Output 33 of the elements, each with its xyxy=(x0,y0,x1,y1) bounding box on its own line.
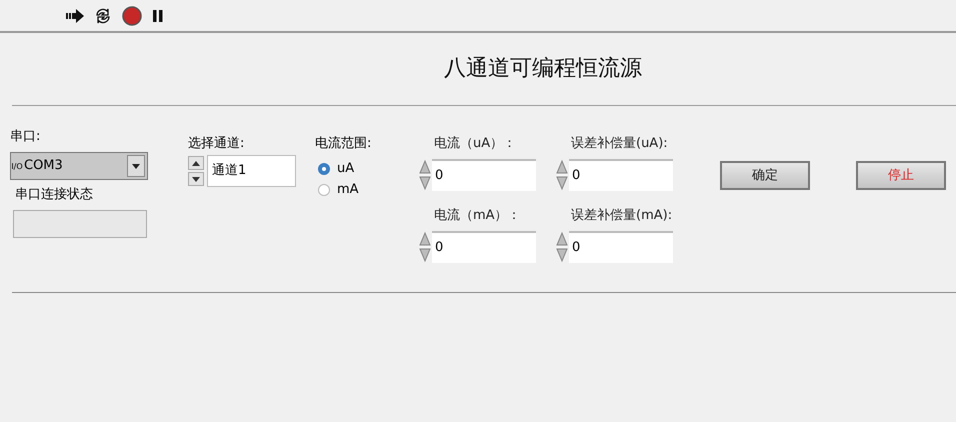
decrement-button[interactable] xyxy=(188,172,204,186)
field-label: 电流（uA）： xyxy=(433,135,518,153)
increment-button[interactable] xyxy=(188,156,204,170)
radio-option[interactable]: mA xyxy=(318,182,415,198)
status-label: 串口连接状态 xyxy=(15,186,94,204)
numeric-field[interactable]: 0 xyxy=(569,159,673,191)
stop-icon[interactable] xyxy=(122,6,142,26)
numeric-field[interactable]: 0 xyxy=(432,159,536,191)
spinner-arrows-icon[interactable] xyxy=(555,159,569,191)
pause-icon[interactable] xyxy=(152,8,164,22)
serial-port-dropdown[interactable]: I/O COM3 xyxy=(10,152,148,180)
run-arrow-icon[interactable] xyxy=(66,8,84,22)
spinner-arrows-icon[interactable] xyxy=(418,231,432,263)
field-label: 误差补偿量(mA): xyxy=(570,207,674,225)
confirm-button[interactable]: 确定 xyxy=(720,161,810,190)
channel-field[interactable]: 通道1 xyxy=(207,155,296,187)
radio-button[interactable] xyxy=(318,163,330,175)
field-label: 电流范围: xyxy=(315,135,372,153)
panel-title: 八通道可编程恒流源 xyxy=(444,55,642,83)
numeric-field[interactable]: 0 xyxy=(569,231,673,263)
radio-option[interactable]: uA xyxy=(318,161,415,177)
spinner-arrows-icon[interactable] xyxy=(555,231,569,263)
up-arrow-icon xyxy=(192,160,200,166)
down-arrow-icon xyxy=(192,176,200,182)
field-label: 误差补偿量(uA): xyxy=(570,135,669,153)
field-label: 串口: xyxy=(10,128,42,146)
dropdown-caret-icon[interactable] xyxy=(127,155,145,177)
field-label: 选择通道: xyxy=(188,135,246,153)
field-label: 电流（mA）： xyxy=(433,207,522,225)
cycle-arrows-icon[interactable] xyxy=(94,6,112,24)
radio-button[interactable] xyxy=(318,184,330,196)
spinner-arrows-icon[interactable] xyxy=(418,159,432,191)
numeric-field[interactable]: 0 xyxy=(432,231,536,263)
